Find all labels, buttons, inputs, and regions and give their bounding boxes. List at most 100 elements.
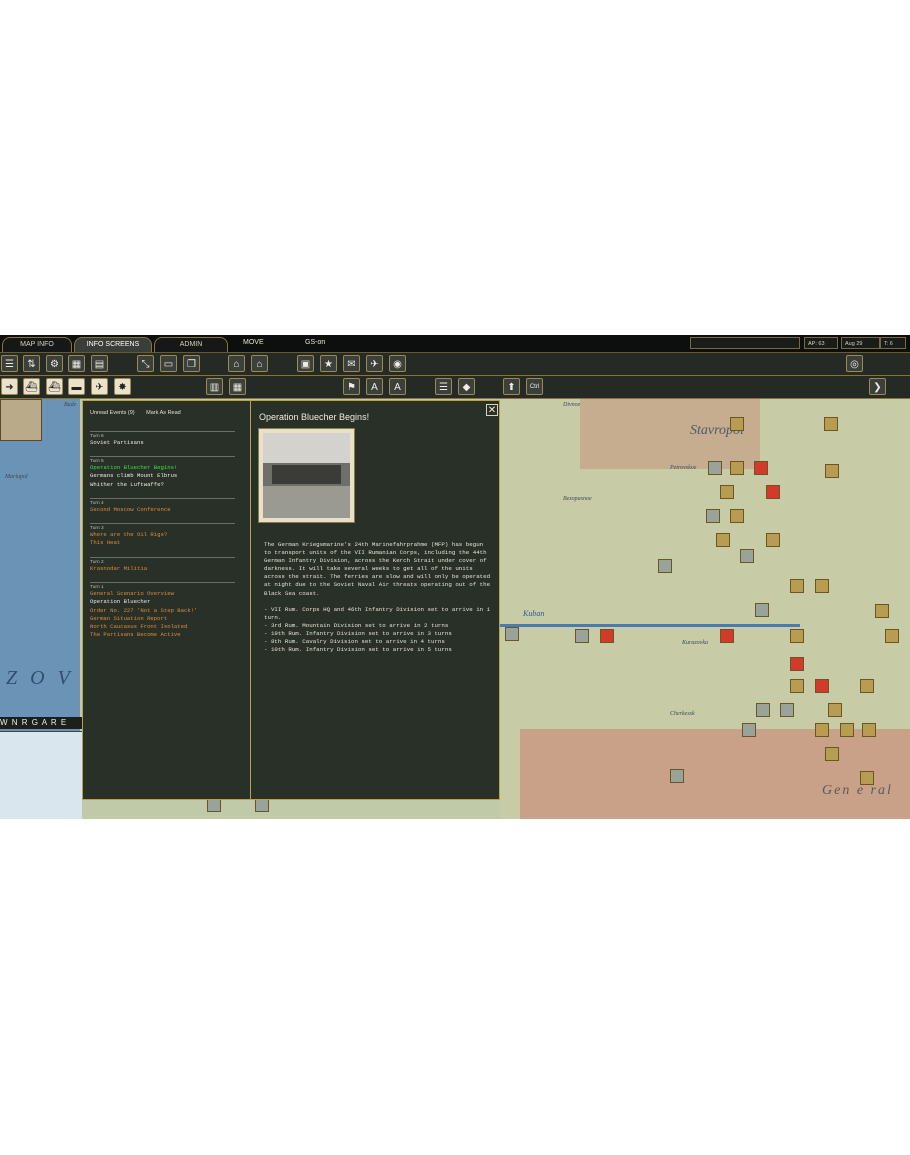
unit-counter[interactable] — [575, 629, 589, 643]
unit-counter[interactable] — [207, 798, 221, 812]
event-list-item[interactable]: The Partisans Become Active — [90, 631, 235, 639]
unit-counter[interactable] — [825, 464, 839, 478]
event-list-item[interactable]: Operation Bluecher Begins! — [90, 464, 235, 472]
unit-counter[interactable] — [766, 533, 780, 547]
ai-icon[interactable]: A — [366, 378, 383, 395]
unit-counter[interactable] — [708, 461, 722, 475]
report-icon[interactable]: ☰ — [1, 355, 18, 372]
unit-counter[interactable] — [756, 703, 770, 717]
ship-unload-icon[interactable]: ⛴ — [46, 378, 63, 395]
unit-counter-soviet[interactable] — [790, 657, 804, 671]
event-list-item[interactable]: General Scenario Overview — [90, 590, 235, 598]
minimap[interactable] — [0, 731, 82, 819]
air-icon[interactable]: ✈ — [91, 378, 108, 395]
ship-icon[interactable]: ⛴ — [23, 378, 40, 395]
unit-counter[interactable] — [720, 485, 734, 499]
leader-portrait[interactable] — [0, 399, 42, 441]
up-icon[interactable]: ⬆ — [503, 378, 520, 395]
ai-alt-icon[interactable]: A — [389, 378, 406, 395]
unit-counter[interactable] — [730, 417, 744, 431]
unit-counter[interactable] — [828, 703, 842, 717]
next-icon[interactable]: ❯ — [869, 378, 886, 395]
bombard-icon[interactable]: ✸ — [114, 378, 131, 395]
unit-counter[interactable] — [824, 417, 838, 431]
event-photo — [258, 428, 355, 523]
medal-icon[interactable]: ✉ — [343, 355, 360, 372]
unit-counter[interactable] — [740, 549, 754, 563]
ctrl-icon[interactable]: Ctrl — [526, 378, 543, 395]
tab-admin[interactable]: ADMIN — [154, 337, 228, 352]
unit-counter[interactable] — [862, 723, 876, 737]
event-list-item[interactable]: Whither the Luftwaffe? — [90, 481, 235, 489]
unit-counter[interactable] — [840, 723, 854, 737]
event-list-item[interactable]: Where are the Oil Rigs? — [90, 531, 235, 539]
flag-icon[interactable]: ⚑ — [343, 378, 360, 395]
arrow-icon[interactable]: ➜ — [1, 378, 18, 395]
unit-counter[interactable] — [885, 629, 899, 643]
unit-counter[interactable] — [706, 509, 720, 523]
unit-counter-soviet[interactable] — [600, 629, 614, 643]
database-icon[interactable]: ▣ — [297, 355, 314, 372]
move-mode-label[interactable]: MOVE — [243, 339, 264, 346]
event-list-item[interactable]: Order No. 227 'Not a Step Back!' — [90, 607, 235, 615]
unit-counter[interactable] — [875, 604, 889, 618]
hq-icon[interactable]: ⌂ — [228, 355, 245, 372]
globe-icon[interactable]: ◎ — [846, 355, 863, 372]
tab-info-screens[interactable]: INFO SCREENS — [74, 337, 152, 352]
unit-counter-soviet[interactable] — [754, 461, 768, 475]
camera-icon[interactable]: ◉ — [389, 355, 406, 372]
event-list-panel: Unread Events (9) Mark As Read Turn 6 Sov… — [83, 401, 251, 799]
unit-counter[interactable] — [658, 559, 672, 573]
close-icon[interactable]: ✕ — [486, 404, 498, 416]
event-list-item[interactable]: Krasnodar Militia — [90, 565, 235, 573]
train-icon[interactable]: ▬ — [68, 378, 85, 395]
copy-icon[interactable]: ❐ — [183, 355, 200, 372]
event-list-item[interactable]: Soviet Partisans — [90, 439, 235, 447]
unit-counter[interactable] — [255, 798, 269, 812]
event-list-item[interactable]: Germans climb Mount Elbrus — [90, 472, 235, 480]
event-list-item[interactable]: German Situation Report — [90, 615, 235, 623]
unit-counter[interactable] — [825, 747, 839, 761]
chart-icon[interactable]: ▦ — [68, 355, 85, 372]
aircraft-icon[interactable]: ✈ — [366, 355, 383, 372]
unit-counter[interactable] — [860, 771, 874, 785]
unit-counter-soviet[interactable] — [815, 679, 829, 693]
unit-counter-soviet[interactable] — [766, 485, 780, 499]
hq-list-icon[interactable]: ⌂ — [251, 355, 268, 372]
unit-counter[interactable] — [790, 679, 804, 693]
unit-counter-soviet[interactable] — [720, 629, 734, 643]
tank-icon[interactable]: ◆ — [458, 378, 475, 395]
unit-counter[interactable] — [730, 461, 744, 475]
turn-section: Turn 1 General Scenario Overview Operation… — [90, 582, 235, 640]
unit-counter[interactable] — [716, 533, 730, 547]
unit-counter[interactable] — [790, 629, 804, 643]
unit-counter[interactable] — [815, 723, 829, 737]
settings-icon[interactable]: ⚙ — [46, 355, 63, 372]
unit-counter[interactable] — [755, 603, 769, 617]
unit-counter[interactable] — [670, 769, 684, 783]
unit-list-icon[interactable]: ⇅ — [23, 355, 40, 372]
reinforce-icon[interactable]: ☰ — [435, 378, 452, 395]
turn-section: Turn 6 Soviet Partisans — [90, 431, 235, 447]
unit-counter[interactable] — [730, 509, 744, 523]
unit-counter[interactable] — [505, 627, 519, 641]
star-icon[interactable]: ★ — [320, 355, 337, 372]
document-icon[interactable]: ▭ — [160, 355, 177, 372]
supply-icon[interactable]: ▥ — [206, 378, 223, 395]
unit-counter[interactable] — [790, 579, 804, 593]
arrows-icon[interactable]: ⤡ — [137, 355, 154, 372]
event-title: Operation Bluecher Begins! — [259, 412, 370, 422]
tile-icon[interactable]: ▦ — [229, 378, 246, 395]
event-list-item[interactable]: Second Moscow Conference — [90, 506, 235, 514]
event-list-item[interactable]: North Caucasus Front Isolated — [90, 623, 235, 631]
unit-counter[interactable] — [860, 679, 874, 693]
event-list-item[interactable]: Operation Bluecher — [90, 598, 235, 606]
unit-counter[interactable] — [815, 579, 829, 593]
unit-counter[interactable] — [780, 703, 794, 717]
tab-map-info[interactable]: MAP INFO — [2, 337, 72, 352]
unit-counter[interactable] — [742, 723, 756, 737]
chart-alt-icon[interactable]: ▤ — [91, 355, 108, 372]
mark-as-read-button[interactable]: Mark As Read — [146, 410, 181, 416]
gs-toggle-label[interactable]: GS-on — [305, 339, 325, 346]
event-list-item[interactable]: This Heat — [90, 539, 235, 547]
